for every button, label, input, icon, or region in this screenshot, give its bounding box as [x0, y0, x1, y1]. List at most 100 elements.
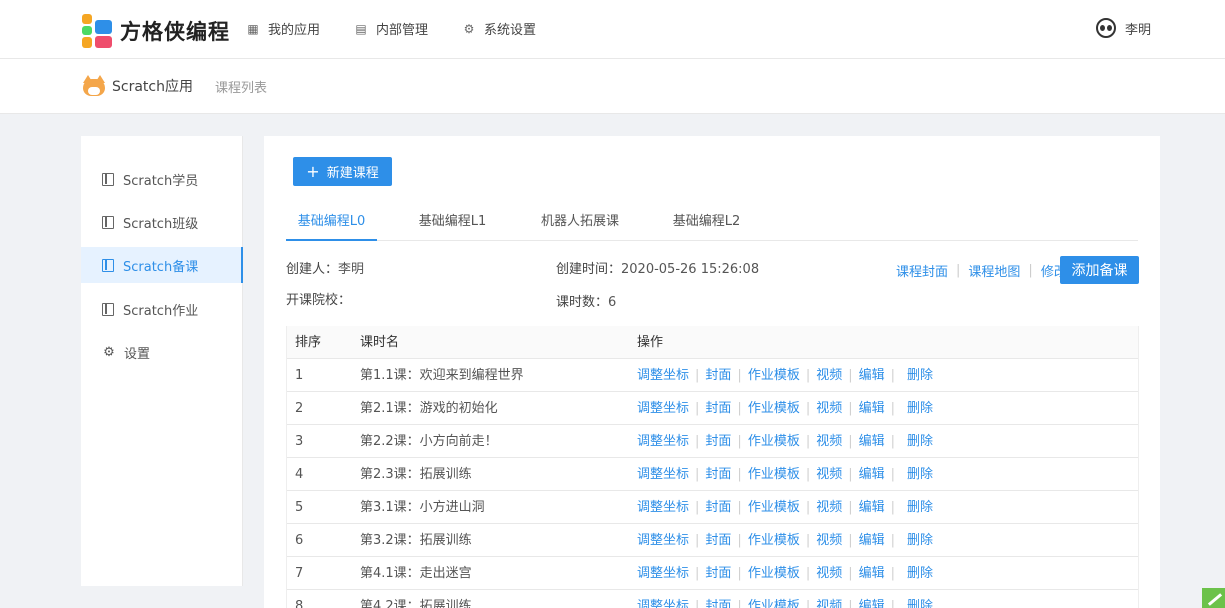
edit-action[interactable]: 编辑: [859, 458, 885, 491]
table-row: 6 第3.2课：拓展训练 调整坐标 | 封面 | 作业模板 | 视频 | 编辑 | 删除: [287, 524, 1138, 557]
nav-my-apps[interactable]: ▦ 我的应用: [246, 19, 321, 39]
adjust-coords-action[interactable]: 调整坐标: [637, 524, 689, 557]
row-actions: 调整坐标 | 封面 | 作业模板 | 视频 | 编辑 | 删除: [637, 491, 933, 524]
delete-action[interactable]: 删除: [907, 590, 933, 608]
cover-action[interactable]: 封面: [705, 359, 731, 392]
cover-action[interactable]: 封面: [705, 458, 731, 491]
tab-basic-l0[interactable]: 基础编程L0: [286, 206, 377, 241]
adjust-coords-action[interactable]: 调整坐标: [637, 590, 689, 608]
divider: |: [848, 467, 853, 482]
cover-action[interactable]: 封面: [705, 590, 731, 608]
cover-action[interactable]: 封面: [705, 392, 731, 425]
delete-action[interactable]: 删除: [907, 359, 933, 392]
brand-logo[interactable]: 方格侠编程: [82, 14, 230, 48]
sidebar-item-label: Scratch备课: [123, 259, 199, 275]
delete-action[interactable]: 删除: [907, 392, 933, 425]
row-actions: 调整坐标 | 封面 | 作业模板 | 视频 | 编辑 | 删除: [637, 458, 933, 491]
adjust-coords-action[interactable]: 调整坐标: [637, 425, 689, 458]
homework-template-action[interactable]: 作业模板: [748, 458, 800, 491]
tab-basic-l1[interactable]: 基础编程L1: [407, 206, 498, 241]
sidebar-item-classes[interactable]: Scratch班级: [81, 204, 243, 240]
breadcrumb: Scratch应用 课程列表: [82, 75, 267, 97]
video-action[interactable]: 视频: [816, 458, 842, 491]
divider: |: [805, 500, 811, 515]
corner-widget-icon[interactable]: [1202, 588, 1225, 608]
adjust-coords-action[interactable]: 调整坐标: [637, 392, 689, 425]
nav-label: 内部管理: [376, 23, 429, 38]
nav-label: 我的应用: [268, 23, 321, 38]
divider: |: [737, 467, 742, 482]
delete-action[interactable]: 删除: [907, 491, 933, 524]
divider: |: [848, 566, 853, 581]
homework-template-action[interactable]: 作业模板: [748, 491, 800, 524]
edit-action[interactable]: 编辑: [859, 392, 885, 425]
sidebar-item-homework[interactable]: Scratch作业: [81, 291, 243, 327]
cover-action[interactable]: 封面: [705, 557, 731, 590]
delete-action[interactable]: 删除: [907, 425, 933, 458]
edit-action[interactable]: 编辑: [859, 524, 885, 557]
video-action[interactable]: 视频: [816, 557, 842, 590]
video-action[interactable]: 视频: [816, 524, 842, 557]
homework-template-action[interactable]: 作业模板: [748, 425, 800, 458]
breadcrumb-app[interactable]: Scratch应用: [112, 76, 193, 96]
divider: |: [848, 401, 853, 416]
delete-action[interactable]: 删除: [907, 524, 933, 557]
delete-action[interactable]: 删除: [907, 458, 933, 491]
cover-action[interactable]: 封面: [705, 491, 731, 524]
course-map-link[interactable]: 课程地图: [968, 261, 1020, 280]
sidebar-item-lesson-prep[interactable]: Scratch备课: [81, 247, 243, 283]
divider: |: [890, 368, 896, 383]
edit-action[interactable]: 编辑: [859, 557, 885, 590]
edit-action[interactable]: 编辑: [859, 491, 885, 524]
divider: |: [805, 599, 811, 608]
avatar: [1096, 18, 1116, 38]
homework-template-action[interactable]: 作业模板: [748, 590, 800, 608]
adjust-coords-action[interactable]: 调整坐标: [637, 458, 689, 491]
book-icon: [102, 302, 114, 316]
tab-robot-extension[interactable]: 机器人拓展课: [530, 206, 630, 241]
divider: |: [805, 467, 811, 482]
video-action[interactable]: 视频: [816, 359, 842, 392]
adjust-coords-action[interactable]: 调整坐标: [637, 491, 689, 524]
adjust-coords-action[interactable]: 调整坐标: [637, 557, 689, 590]
tab-basic-l2[interactable]: 基础编程L2: [661, 206, 752, 241]
video-action[interactable]: 视频: [816, 590, 842, 608]
user-menu[interactable]: 李明: [1096, 18, 1151, 38]
adjust-coords-action[interactable]: 调整坐标: [637, 359, 689, 392]
row-lesson-name: 第3.1课：小方进山洞: [360, 500, 485, 515]
homework-template-action[interactable]: 作业模板: [748, 392, 800, 425]
top-navbar: 方格侠编程 ▦ 我的应用 ▤ 内部管理 ⚙ 系统设置 李明: [0, 0, 1225, 59]
edit-action[interactable]: 编辑: [859, 590, 885, 608]
course-links: 课程封面 | 课程地图 | 修改: [896, 261, 1067, 280]
grid-icon: ▦: [247, 21, 259, 36]
homework-template-action[interactable]: 作业模板: [748, 359, 800, 392]
new-course-button[interactable]: + 新建课程: [293, 157, 392, 186]
edit-action[interactable]: 编辑: [859, 425, 885, 458]
sidebar-item-students[interactable]: Scratch学员: [81, 161, 243, 197]
cover-action[interactable]: 封面: [705, 524, 731, 557]
homework-template-action[interactable]: 作业模板: [748, 524, 800, 557]
nav-internal-management[interactable]: ▤ 内部管理: [354, 19, 429, 39]
video-action[interactable]: 视频: [816, 392, 842, 425]
divider: |: [695, 467, 700, 482]
homework-template-action[interactable]: 作业模板: [748, 557, 800, 590]
edit-action[interactable]: 编辑: [859, 359, 885, 392]
divider: |: [737, 533, 742, 548]
row-order: 1: [295, 368, 304, 383]
course-cover-link[interactable]: 课程封面: [896, 261, 948, 280]
divider: |: [695, 368, 700, 383]
divider: |: [805, 368, 811, 383]
plus-icon: +: [306, 161, 320, 181]
delete-action[interactable]: 删除: [907, 557, 933, 590]
add-lesson-prep-button[interactable]: 添加备课: [1060, 256, 1139, 284]
row-actions: 调整坐标 | 封面 | 作业模板 | 视频 | 编辑 | 删除: [637, 524, 933, 557]
table-row: 3 第2.2课：小方向前走！ 调整坐标 | 封面 | 作业模板 | 视频 | 编辑 | 删除: [287, 425, 1138, 458]
divider: |: [695, 533, 700, 548]
video-action[interactable]: 视频: [816, 491, 842, 524]
sidebar-item-settings[interactable]: ⚙ 设置: [81, 334, 243, 370]
video-action[interactable]: 视频: [816, 425, 842, 458]
divider: |: [695, 434, 700, 449]
sidebar-item-label: Scratch学员: [123, 173, 199, 189]
nav-system-settings[interactable]: ⚙ 系统设置: [462, 19, 536, 39]
cover-action[interactable]: 封面: [705, 425, 731, 458]
